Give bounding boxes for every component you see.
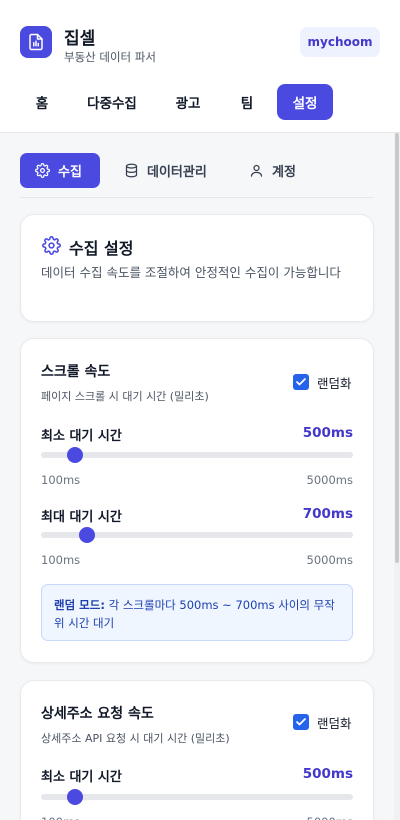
- gear-icon: [35, 163, 50, 178]
- app-title: 집셀: [64, 29, 96, 49]
- slider-max-label: 5000ms: [306, 553, 353, 567]
- database-icon: [125, 163, 138, 178]
- max-wait-label: 최대 대기 시간: [41, 510, 122, 525]
- section-title: 상세주소 요청 속도: [41, 706, 154, 722]
- nav-tab-multi-collect[interactable]: 다중수집: [80, 84, 144, 120]
- max-wait-value: 700ms: [302, 506, 353, 522]
- slider-thumb[interactable]: [79, 527, 96, 543]
- subtab-collect-label: 수집: [58, 165, 82, 180]
- info-bold-label: 랜덤 모드:: [54, 598, 105, 612]
- scrollbar-thumb[interactable]: [395, 133, 399, 563]
- min-wait-value: 500ms: [302, 766, 353, 782]
- min-wait-slider[interactable]: [41, 789, 353, 805]
- page-scrollbar[interactable]: [394, 133, 400, 820]
- max-wait-slider[interactable]: [41, 527, 353, 543]
- subtab-data-management[interactable]: 데이터관리: [124, 153, 224, 188]
- card-title: 수집 설정: [69, 239, 134, 258]
- nav-tab-team[interactable]: 팀: [230, 84, 264, 120]
- subtab-divider: [20, 197, 374, 198]
- slider-thumb[interactable]: [67, 789, 84, 805]
- nav-tab-home[interactable]: 홈: [26, 84, 58, 120]
- randomize-checkbox[interactable]: [293, 714, 309, 730]
- randomize-label[interactable]: 랜덤화: [317, 373, 352, 392]
- section-description: 상세주소 API 요청 시 대기 시간 (밀리초): [41, 732, 230, 745]
- randomize-checkbox[interactable]: [293, 374, 309, 390]
- slider-max-label: 5000ms: [306, 473, 353, 487]
- section-description: 페이지 스크롤 시 대기 시간 (밀리초): [41, 390, 209, 403]
- checkmark-icon: [296, 378, 306, 386]
- card-description: 데이터 수집 속도를 조절하여 안정적인 수집이 가능합니다: [41, 265, 341, 280]
- user-account-button[interactable]: mychoom: [300, 27, 380, 57]
- subtab-account[interactable]: 계정: [249, 153, 309, 188]
- nav-tab-ads[interactable]: 광고: [166, 84, 210, 120]
- nav-tab-settings[interactable]: 설정: [277, 84, 333, 120]
- slider-thumb[interactable]: [67, 447, 84, 463]
- slider-max-label: 5000ms: [307, 815, 353, 820]
- min-wait-value: 500ms: [302, 425, 353, 441]
- randomize-label[interactable]: 랜덤화: [317, 713, 352, 732]
- app-header: 집셀 부동산 데이터 파서 mychoom 홈 다중수집 광고 팀 설정: [0, 0, 400, 133]
- app-subtitle: 부동산 데이터 파서: [64, 50, 156, 64]
- subtab-collect[interactable]: 수집: [20, 153, 100, 188]
- min-wait-label: 최소 대기 시간: [41, 429, 122, 444]
- address-request-speed-card: 상세주소 요청 속도 상세주소 API 요청 시 대기 시간 (밀리초) 랜덤화…: [20, 680, 374, 820]
- user-icon: [250, 164, 263, 177]
- min-wait-label: 최소 대기 시간: [41, 770, 122, 785]
- min-wait-slider[interactable]: [41, 447, 353, 463]
- subtab-account-label: 계정: [272, 165, 296, 180]
- random-mode-info: 랜덤 모드: 각 스크롤마다 500ms ~ 700ms 사이의 무작위 시간 …: [41, 584, 353, 641]
- subtab-data-management-label: 데이터관리: [147, 165, 207, 180]
- report-logo-icon: [20, 26, 52, 58]
- slider-min-label: 100ms: [41, 815, 80, 820]
- gear-icon: [42, 236, 61, 255]
- slider-min-label: 100ms: [41, 553, 81, 567]
- slider-min-label: 100ms: [41, 473, 81, 487]
- scroll-speed-card: 스크롤 속도 페이지 스크롤 시 대기 시간 (밀리초) 랜덤화 최소 대기 시…: [20, 338, 374, 663]
- checkmark-icon: [296, 718, 306, 726]
- collect-settings-card: 수집 설정 데이터 수집 속도를 조절하여 안정적인 수집이 가능합니다: [20, 214, 374, 322]
- section-title: 스크롤 속도: [41, 364, 111, 380]
